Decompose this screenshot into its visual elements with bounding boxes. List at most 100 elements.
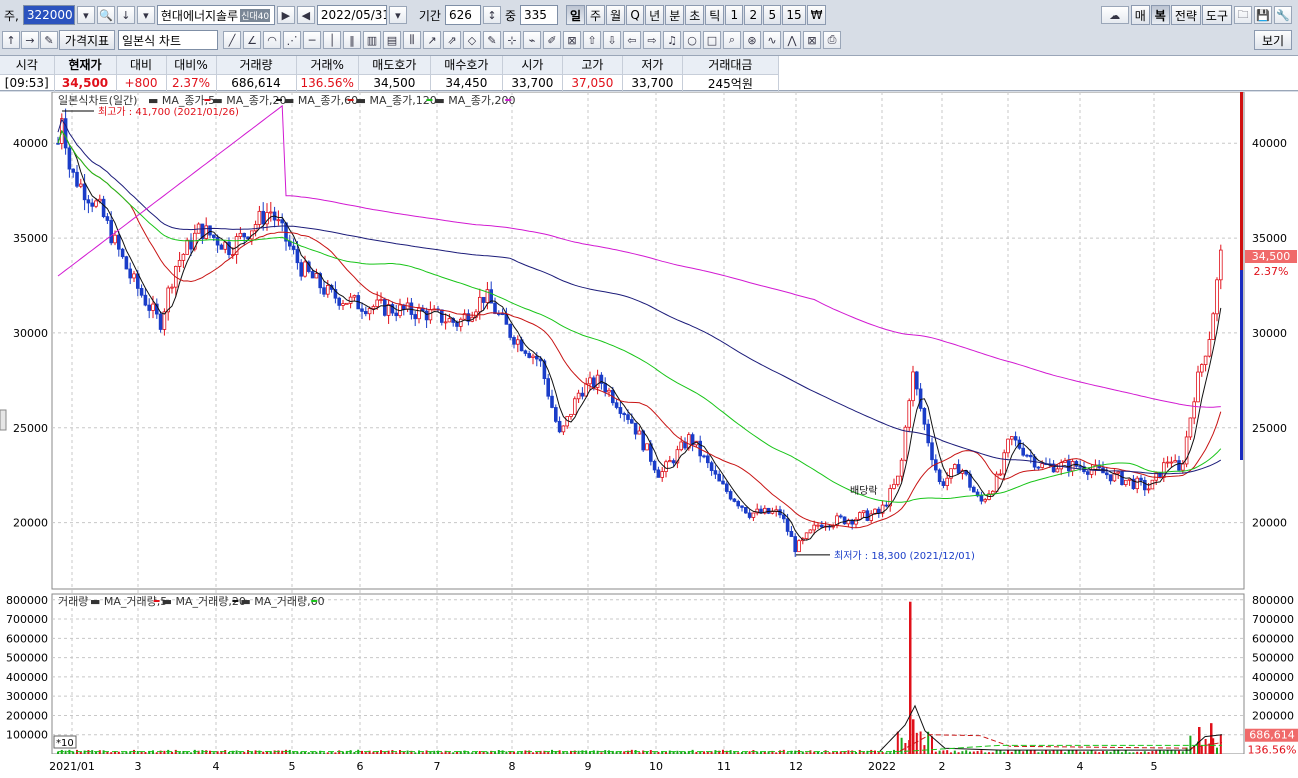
draw-tool-29-icon[interactable]: ⊠ xyxy=(803,31,821,49)
draw-tool-21-icon[interactable]: ⇨ xyxy=(643,31,661,49)
volume-bar xyxy=(437,750,439,754)
x-axis-label: 4 xyxy=(1077,760,1084,773)
volume-bar xyxy=(482,752,485,754)
volume-bar xyxy=(281,750,284,754)
volume-bar xyxy=(471,752,474,754)
volume-bar xyxy=(1210,723,1213,754)
right-arrow-icon[interactable]: → xyxy=(21,31,39,49)
draw-tool-28-icon[interactable]: ⋀ xyxy=(783,31,801,49)
interval-tab-3[interactable]: Q xyxy=(626,5,645,25)
quote-value: 33,700 xyxy=(502,74,563,92)
candle-body xyxy=(325,285,330,295)
draw-tool-18-icon[interactable]: ⇧ xyxy=(583,31,601,49)
interval-tab-5[interactable]: 분 xyxy=(665,5,685,25)
candle-body xyxy=(797,540,801,553)
interval-tab-10[interactable]: 5 xyxy=(763,5,782,25)
draw-tool-25-icon[interactable]: ⌕ xyxy=(723,31,741,49)
draw-tool-5-icon[interactable]: │ xyxy=(323,31,341,49)
volume-bar xyxy=(209,750,211,754)
volume-bar xyxy=(1102,751,1104,754)
draw-tool-0-icon[interactable]: ╱ xyxy=(223,31,241,49)
period-input[interactable]: 626 xyxy=(444,5,481,25)
draw-tool-20-icon[interactable]: ⇦ xyxy=(623,31,641,49)
draw-tool-17-icon[interactable]: ⊠ xyxy=(563,31,581,49)
draw-tool-22-icon[interactable]: ♫ xyxy=(663,31,681,49)
cloud-icon[interactable]: ☁ xyxy=(1100,6,1129,24)
zoom-input[interactable]: 335 xyxy=(520,5,558,25)
view-button[interactable]: 보기 xyxy=(1254,30,1292,50)
draw-tool-16-icon[interactable]: ✐ xyxy=(543,31,561,49)
candle-body xyxy=(124,256,129,270)
list-dropdown-icon[interactable]: ▾ xyxy=(136,6,155,24)
draw-tool-2-icon[interactable]: ◠ xyxy=(263,31,281,49)
date-input[interactable]: 2022/05/31 xyxy=(316,5,387,25)
period-spin-icon[interactable]: ↕ xyxy=(482,6,501,24)
draw-tool-27-icon[interactable]: ∿ xyxy=(763,31,781,49)
interval-tab-8[interactable]: 1 xyxy=(725,5,744,25)
code-dropdown-icon[interactable]: ▾ xyxy=(76,6,95,24)
candle-body xyxy=(808,529,813,534)
interval-tab-1[interactable]: 주 xyxy=(586,5,606,25)
toolbar-button-1[interactable]: 복 xyxy=(1150,5,1170,25)
interval-tab-12[interactable]: ₩ xyxy=(806,5,827,25)
candle-body xyxy=(854,518,858,525)
draw-tool-4-icon[interactable]: ─ xyxy=(303,31,321,49)
interval-tab-2[interactable]: 월 xyxy=(606,5,626,25)
interval-tab-7[interactable]: 틱 xyxy=(705,5,725,25)
price-chart[interactable]: 40000 40000 35000 35000 30000 30000 25000 25000… xyxy=(0,92,1298,778)
draw-tool-14-icon[interactable]: ⊹ xyxy=(503,31,521,49)
draw-tool-8-icon[interactable]: ▤ xyxy=(383,31,401,49)
stock-name-field[interactable]: 현대에너지솔루 신대40 xyxy=(156,5,275,25)
draw-tool-15-icon[interactable]: ⌁ xyxy=(523,31,541,49)
interval-tab-9[interactable]: 2 xyxy=(744,5,763,25)
edit-icon[interactable]: ✎ xyxy=(40,31,58,49)
date-dropdown-icon[interactable]: ▾ xyxy=(388,6,407,24)
candle-body xyxy=(747,512,752,518)
wrench-icon[interactable]: 🔧 xyxy=(1274,6,1292,24)
draw-tool-13-icon[interactable]: ✎ xyxy=(483,31,501,49)
volume-y-tick-left: 700000 xyxy=(6,613,48,626)
chart-type-select[interactable]: 일본식 차트 xyxy=(118,30,218,50)
volume-bar xyxy=(649,750,652,754)
candle-body xyxy=(820,524,824,528)
indicator-button[interactable]: 가격지표 xyxy=(59,30,115,50)
quote-value: 2.37% xyxy=(166,74,217,92)
toolbar-button-3[interactable]: 도구 xyxy=(1201,5,1232,25)
candle-body xyxy=(892,483,896,489)
up-arrows-icon[interactable]: ↑ xyxy=(2,31,20,49)
interval-tab-6[interactable]: 초 xyxy=(685,5,705,25)
toolbar-button-0[interactable]: 매 xyxy=(1130,5,1150,25)
sort-icon[interactable]: ↓ xyxy=(116,6,135,24)
candle-body xyxy=(1120,471,1124,486)
volume-bar xyxy=(155,752,158,754)
draw-tool-23-icon[interactable]: ○ xyxy=(683,31,701,49)
x-axis-label: 12 xyxy=(789,760,803,773)
stock-code-input[interactable]: 322000 xyxy=(22,5,75,25)
interval-tab-11[interactable]: 15 xyxy=(782,5,806,25)
candle-body xyxy=(1146,488,1151,491)
volume-bar xyxy=(953,750,956,754)
draw-tool-3-icon[interactable]: ⋰ xyxy=(283,31,301,49)
search-icon[interactable]: 🔍 xyxy=(96,6,115,24)
interval-tab-4[interactable]: 년 xyxy=(645,5,665,25)
interval-tab-0[interactable]: 일 xyxy=(566,5,586,25)
draw-tool-24-icon[interactable]: □ xyxy=(703,31,721,49)
price_panel-legend-item: ▬ MA_종가,20 xyxy=(212,94,286,107)
toolbar-button-2[interactable]: 전략 xyxy=(1170,5,1201,25)
draw-tool-6-icon[interactable]: ‖ xyxy=(343,31,361,49)
draw-tool-26-icon[interactable]: ⊛ xyxy=(743,31,761,49)
draw-tool-9-icon[interactable]: ⫼ xyxy=(403,31,421,49)
volume-bar xyxy=(1033,750,1036,754)
draw-tool-12-icon[interactable]: ◇ xyxy=(463,31,481,49)
draw-tool-11-icon[interactable]: ⇗ xyxy=(443,31,461,49)
folder-icon[interactable]: 🗀 xyxy=(1234,6,1252,24)
draw-tool-7-icon[interactable]: ▥ xyxy=(363,31,381,49)
draw-tool-1-icon[interactable]: ∠ xyxy=(243,31,261,49)
back-icon[interactable]: ◀ xyxy=(296,6,315,24)
play-icon[interactable]: ▶ xyxy=(276,6,295,24)
draw-tool-10-icon[interactable]: ↗ xyxy=(423,31,441,49)
save-icon[interactable]: 💾 xyxy=(1254,6,1272,24)
candle-body xyxy=(1165,461,1170,464)
draw-tool-19-icon[interactable]: ⇩ xyxy=(603,31,621,49)
draw-tool-30-icon[interactable]: ⎙ xyxy=(823,31,841,49)
